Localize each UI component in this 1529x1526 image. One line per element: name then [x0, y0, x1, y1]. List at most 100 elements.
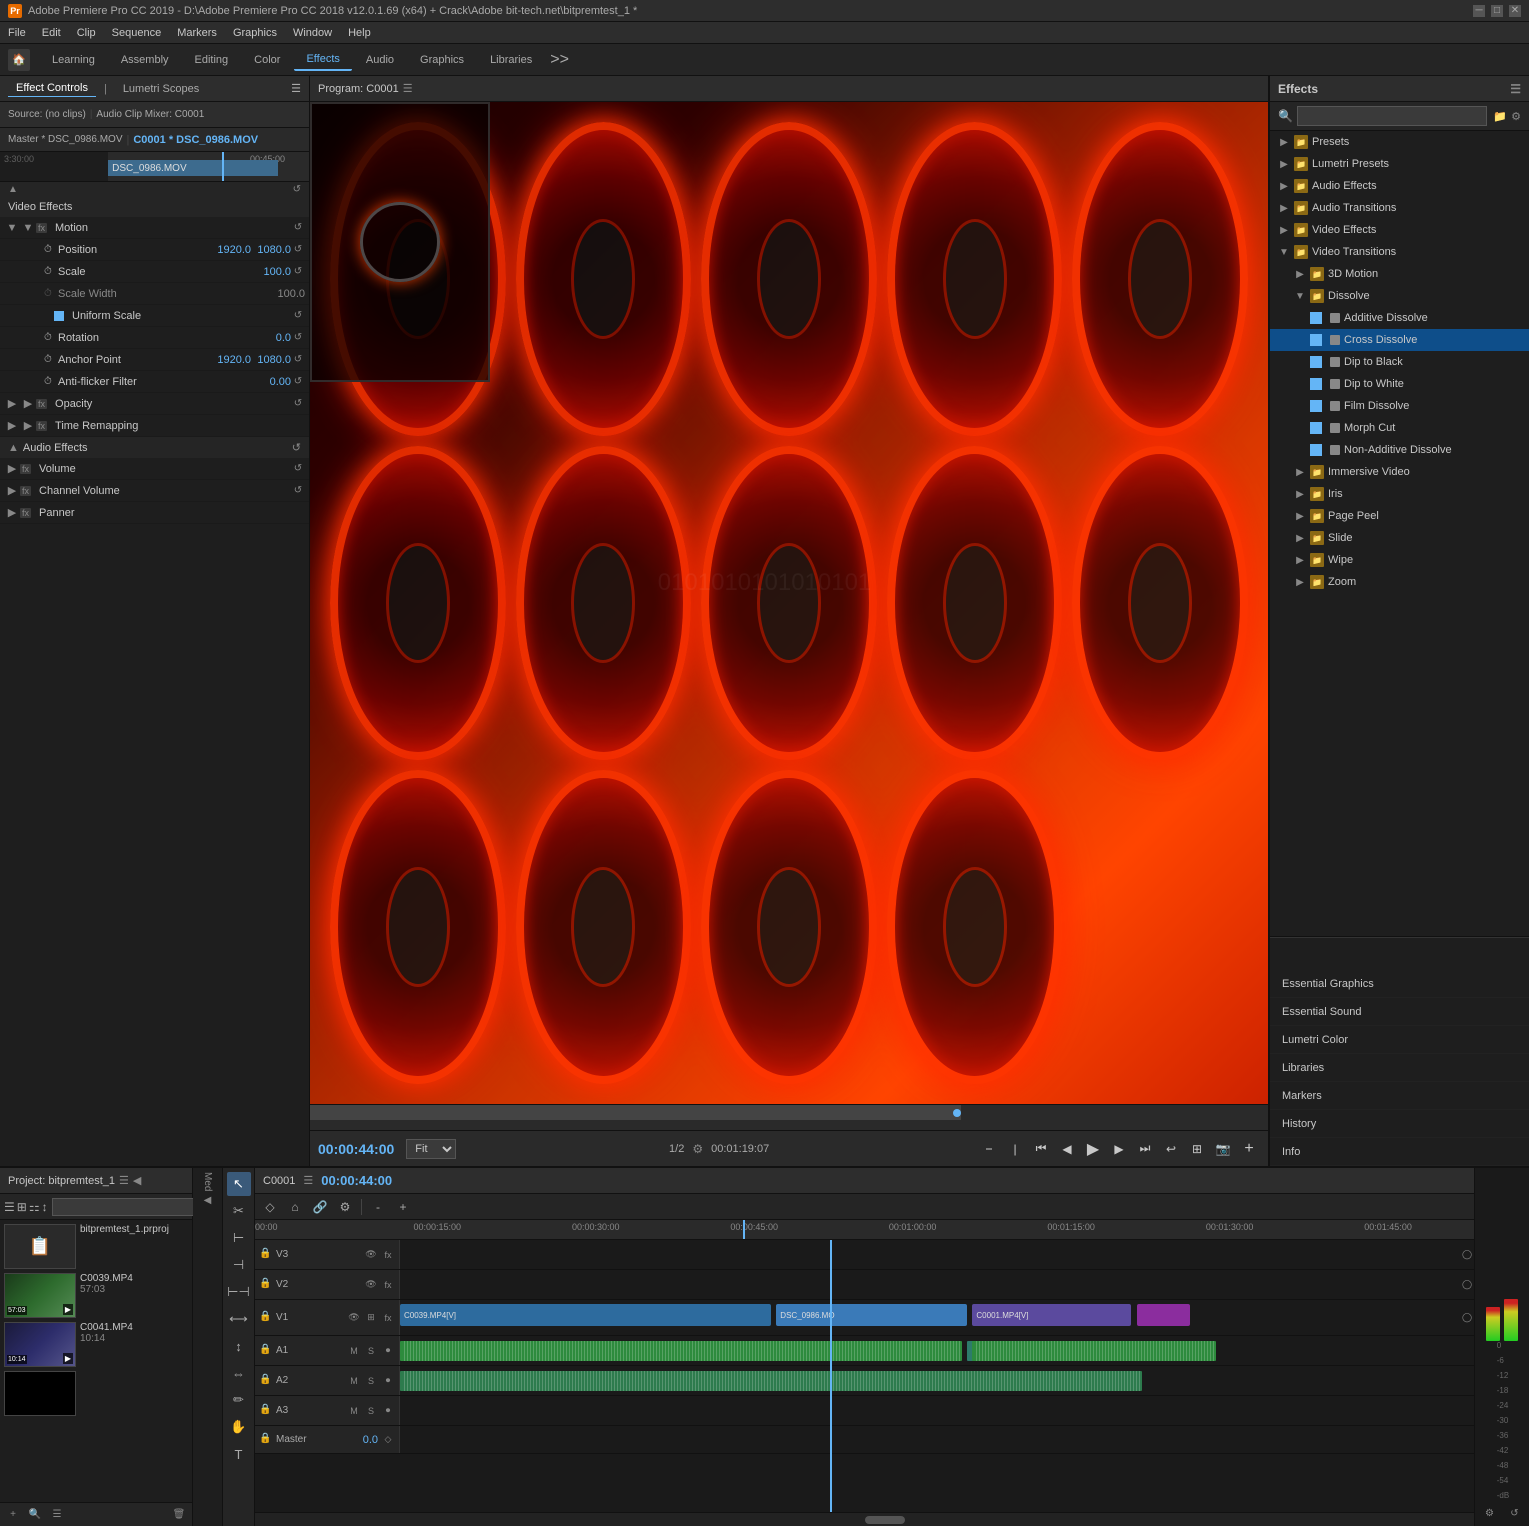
menu-sequence[interactable]: Sequence — [112, 27, 162, 39]
tree-item-wipe[interactable]: ▶ 📁 Wipe — [1270, 549, 1529, 571]
workspace-more-button[interactable]: >> — [550, 51, 569, 69]
track-master-keyframe-btn[interactable]: ◇ — [381, 1433, 395, 1447]
audio-clip-a2-1[interactable] — [400, 1371, 1142, 1391]
razor-tool-button[interactable]: ✂ — [227, 1199, 251, 1223]
export-frame-button[interactable]: 📷 — [1212, 1138, 1234, 1160]
track-v1-fx-icon[interactable]: fx — [381, 1311, 395, 1325]
workspace-tab-graphics[interactable]: Graphics — [408, 50, 476, 70]
monitor-scrollbar[interactable] — [310, 1120, 1268, 1130]
source-label[interactable]: Source: (no clips) — [8, 109, 86, 120]
home-button[interactable]: 🏠 — [8, 49, 30, 71]
libraries-link[interactable]: Libraries — [1270, 1054, 1529, 1082]
tree-item-morph-cut[interactable]: Morph Cut — [1270, 417, 1529, 439]
mark-out-button[interactable]: | — [1004, 1138, 1026, 1160]
track-v2-content[interactable] — [400, 1270, 1460, 1299]
panel-settings-icon[interactable]: ⚙ — [1511, 110, 1521, 123]
tree-item-cross-dissolve[interactable]: Cross Dissolve — [1270, 329, 1529, 351]
track-a2-record-btn[interactable]: ⏺ — [381, 1374, 395, 1388]
list-view-footer-button[interactable]: ☰ — [48, 1506, 66, 1524]
scale-stopwatch[interactable]: ⏱ — [44, 266, 54, 277]
hand-tool-button[interactable]: ✋ — [227, 1415, 251, 1439]
position-x-value[interactable]: 1920.0 — [211, 244, 251, 256]
track-a3-lock-icon[interactable]: 🔒 — [259, 1404, 273, 1418]
monitor-progress-bar[interactable] — [310, 1104, 1268, 1120]
anchor-point-y-value[interactable]: 1080.0 — [251, 354, 291, 366]
timeline-setting-button[interactable]: ⚙ — [334, 1196, 356, 1218]
track-a3-content[interactable] — [400, 1396, 1460, 1425]
zoom-out-button[interactable]: - — [367, 1196, 389, 1218]
track-v2-eye-icon[interactable]: 👁 — [364, 1278, 378, 1292]
tree-item-3d-motion[interactable]: ▶ 📁 3D Motion — [1270, 263, 1529, 285]
audio-effects-scroll-up[interactable]: ▲ — [8, 442, 19, 454]
tree-item-dip-to-white[interactable]: Dip to White — [1270, 373, 1529, 395]
workspace-tab-libraries[interactable]: Libraries — [478, 50, 544, 70]
media-label[interactable]: Med — [202, 1172, 213, 1191]
minimize-button[interactable]: ─ — [1473, 5, 1485, 17]
clip-v1-purple[interactable] — [1137, 1304, 1190, 1326]
timeline-scrollbar[interactable] — [255, 1512, 1474, 1526]
tree-item-dip-to-black[interactable]: Dip to Black — [1270, 351, 1529, 373]
history-link[interactable]: History — [1270, 1110, 1529, 1138]
rotation-reset-icon[interactable]: ↺ — [291, 331, 305, 345]
ripple-edit-tool-button[interactable]: ⊣ — [227, 1253, 251, 1277]
audio-clip-a1-1[interactable] — [400, 1341, 962, 1361]
list-view-button[interactable]: ☰ — [4, 1197, 15, 1217]
menu-window[interactable]: Window — [293, 27, 332, 39]
loop-button[interactable]: ↩ — [1160, 1138, 1182, 1160]
track-v1-eye-icon[interactable]: 👁 — [347, 1311, 361, 1325]
uniform-scale-row[interactable]: Uniform Scale ↺ — [0, 305, 309, 327]
icon-view-button[interactable]: ⊞ — [17, 1197, 27, 1217]
effects-panel-menu-icon[interactable]: ☰ — [1510, 82, 1521, 96]
monitor-menu-icon[interactable]: ☰ — [403, 82, 413, 95]
panner-expand-icon[interactable]: ▶ — [4, 505, 20, 521]
opacity-expand2-icon[interactable]: ▶ — [20, 396, 36, 412]
safe-margin-button[interactable]: ⊞ — [1186, 1138, 1208, 1160]
media-item-c0041[interactable]: ▶ 10:14 C0041.MP4 10:14 — [4, 1322, 188, 1367]
track-a1-lock-icon[interactable]: 🔒 — [259, 1344, 273, 1358]
tree-item-non-additive-dissolve[interactable]: Non-Additive Dissolve — [1270, 439, 1529, 461]
type-tool-button[interactable]: T — [227, 1442, 251, 1466]
workspace-tab-learning[interactable]: Learning — [40, 50, 107, 70]
opacity-reset-icon[interactable]: ↺ — [291, 397, 305, 411]
panel-menu-icon[interactable]: ☰ — [291, 82, 301, 95]
active-clip-label[interactable]: C0001 * DSC_0986.MOV — [133, 134, 258, 146]
project-panel-collapse-icon[interactable]: ◀ — [133, 1174, 141, 1187]
audio-meter-reset-button[interactable]: ↺ — [1506, 1504, 1524, 1522]
tree-item-page-peel[interactable]: ▶ 📁 Page Peel — [1270, 505, 1529, 527]
time-remapping-expand2-icon[interactable]: ▶ — [20, 418, 36, 434]
tree-item-audio-transitions[interactable]: ▶ 📁 Audio Transitions — [1270, 197, 1529, 219]
add-marker-tl-button[interactable]: ◇ — [259, 1196, 281, 1218]
new-item-button[interactable]: + — [4, 1506, 22, 1524]
media-item-c0039[interactable]: ▶ 57:03 C0039.MP4 57:03 — [4, 1273, 188, 1318]
project-panel-expand-icon[interactable]: ☰ — [119, 1174, 129, 1187]
monitor-timecode[interactable]: 00:00:44:00 — [318, 1141, 394, 1157]
channel-volume-reset-icon[interactable]: ↺ — [291, 484, 305, 498]
slip-tool-button[interactable]: ↕ — [227, 1334, 251, 1358]
motion-expand-icon[interactable]: ▼ — [4, 220, 20, 236]
clip-v1-c0001[interactable]: C0001.MP4[V] — [972, 1304, 1131, 1326]
audio-effects-scroll-right[interactable]: ↺ — [292, 441, 301, 454]
expand-collapse-icon[interactable]: ◀ — [204, 1195, 212, 1206]
workspace-tab-effects[interactable]: Effects — [294, 49, 351, 71]
go-to-out-button[interactable]: ⏭ — [1134, 1138, 1156, 1160]
tree-item-film-dissolve[interactable]: Film Dissolve — [1270, 395, 1529, 417]
workspace-tab-editing[interactable]: Editing — [183, 50, 241, 70]
maximize-button[interactable]: □ — [1491, 5, 1503, 17]
anchor-point-x-value[interactable]: 1920.0 — [211, 354, 251, 366]
close-button[interactable]: ✕ — [1509, 5, 1521, 17]
track-a2-lock-icon[interactable]: 🔒 — [259, 1374, 273, 1388]
tree-item-video-transitions[interactable]: ▼ 📁 Video Transitions — [1270, 241, 1529, 263]
essential-sound-link[interactable]: Essential Sound — [1270, 998, 1529, 1026]
tree-item-zoom[interactable]: ▶ 📁 Zoom — [1270, 571, 1529, 593]
position-reset-icon[interactable]: ↺ — [291, 243, 305, 257]
rate-stretch-tool-button[interactable]: ⟷ — [227, 1307, 251, 1331]
track-a3-solo-btn[interactable]: S — [364, 1404, 378, 1418]
track-v3-content[interactable] — [400, 1240, 1460, 1269]
panner-row[interactable]: ▶ fx Panner — [0, 502, 309, 524]
tree-item-slide[interactable]: ▶ 📁 Slide — [1270, 527, 1529, 549]
track-a2-content[interactable] — [400, 1366, 1460, 1395]
motion-expand2-icon[interactable]: ▼ — [20, 220, 36, 236]
anchor-point-reset-icon[interactable]: ↺ — [291, 353, 305, 367]
opacity-expand-icon[interactable]: ▶ — [4, 396, 20, 412]
workspace-tab-color[interactable]: Color — [242, 50, 292, 70]
